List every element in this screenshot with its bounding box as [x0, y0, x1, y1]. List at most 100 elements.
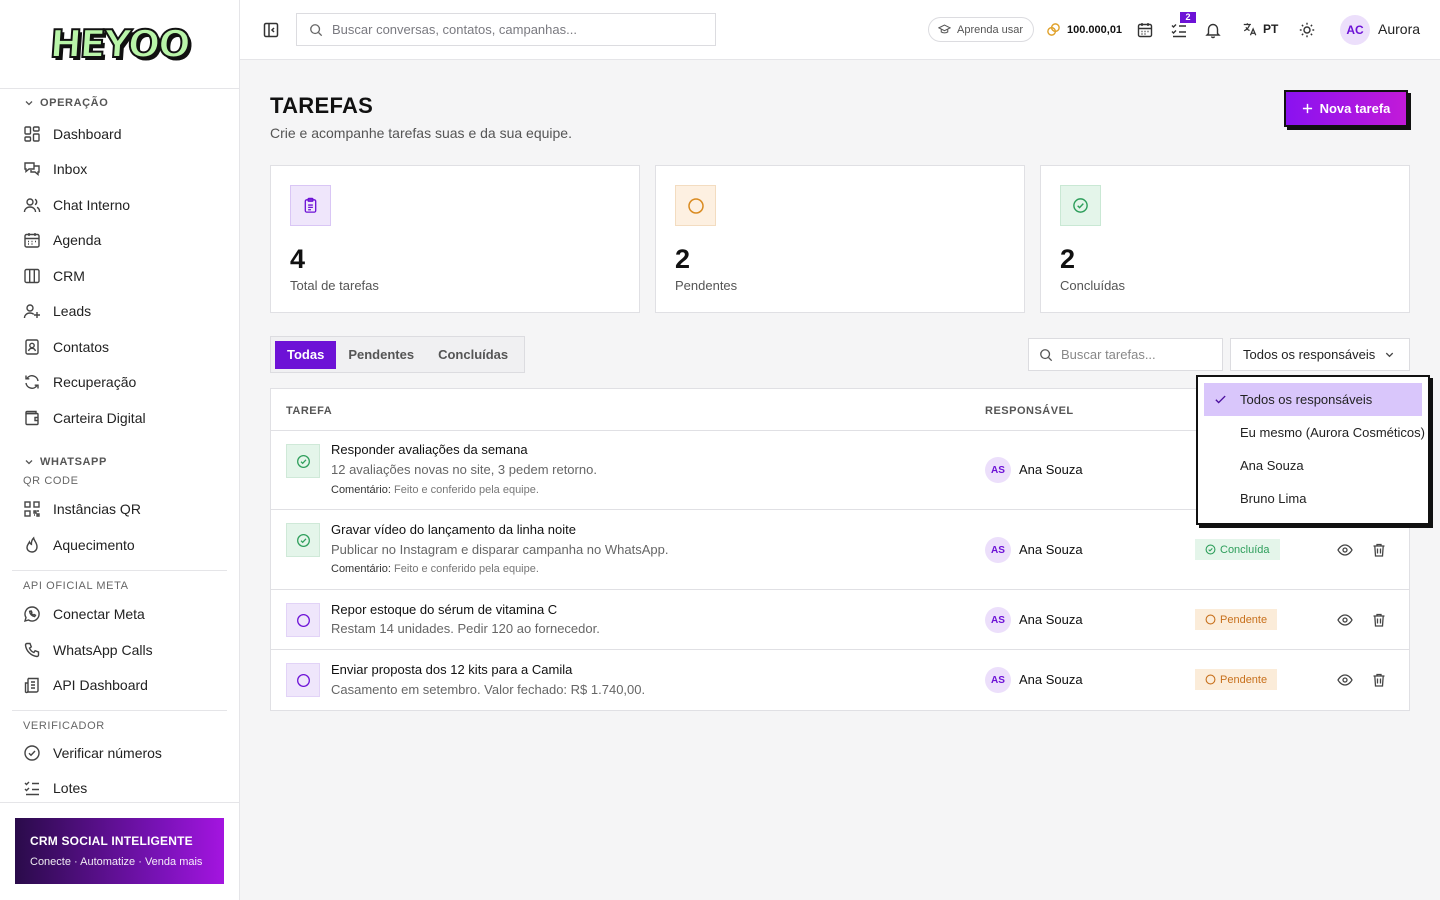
sidebar-item-verificar-numeros[interactable]: Verificar números — [0, 735, 239, 771]
qr-code-icon — [24, 501, 40, 517]
responsible-select[interactable]: Todos os responsáveis — [1230, 338, 1410, 371]
tab-pendentes[interactable]: Pendentes — [336, 341, 426, 369]
chevron-down-icon — [25, 101, 33, 106]
dropdown-option-ana-souza[interactable]: Ana Souza — [1204, 449, 1422, 482]
comment-label: Comentário: — [331, 563, 391, 575]
contact-book-icon — [25, 339, 39, 355]
task-title: Enviar proposta dos 12 kits para a Camil… — [331, 662, 573, 677]
circle-icon[interactable] — [286, 663, 320, 697]
sidebar-item-conectar-meta[interactable]: Conectar Meta — [0, 597, 239, 633]
brand-logo[interactable]: HEYOO — [48, 21, 192, 67]
check-circle-icon[interactable] — [286, 523, 320, 557]
tab-todas[interactable]: Todas — [275, 340, 337, 369]
sidebar-item-chat-interno[interactable]: Chat Interno — [0, 187, 239, 223]
avatar: AS — [985, 607, 1011, 633]
check-circle-icon[interactable] — [286, 444, 320, 478]
trash-icon[interactable] — [1371, 672, 1387, 688]
header-task: TAREFA — [286, 405, 333, 417]
kanban-icon — [24, 268, 40, 283]
check-circle-icon — [1205, 544, 1216, 555]
dropdown-option-todos[interactable]: Todos os responsáveis — [1204, 383, 1422, 416]
tab-concluidas[interactable]: Concluídas — [426, 341, 520, 369]
status-label: Concluída — [1220, 543, 1270, 556]
eye-icon[interactable] — [1337, 612, 1353, 628]
sidebar-item-crm[interactable]: CRM — [0, 258, 239, 294]
coins-icon — [1047, 23, 1060, 36]
sidebar: HEYOO OPERAÇÃO Dashboard Inbox Chat Inte… — [0, 0, 240, 900]
promo-title: CRM SOCIAL INTELIGENTE — [30, 834, 193, 848]
trash-icon[interactable] — [1371, 612, 1387, 628]
status-badge[interactable]: Concluída — [1195, 539, 1280, 560]
plus-icon — [1302, 103, 1312, 114]
calendar-icon[interactable] — [1136, 21, 1154, 39]
stat-label: Pendentes — [675, 278, 738, 293]
learn-button[interactable]: Aprenda usar — [928, 17, 1035, 42]
dashboard-icon — [24, 126, 40, 142]
trash-icon[interactable] — [1371, 542, 1387, 558]
task-search[interactable] — [1028, 338, 1223, 371]
user-name[interactable]: Aurora — [1378, 21, 1420, 37]
sidebar-item-agenda[interactable]: Agenda — [0, 223, 239, 259]
section-operacao[interactable]: OPERAÇÃO — [0, 96, 239, 110]
language-switcher[interactable]: PT — [1242, 21, 1278, 37]
sidebar-item-lotes[interactable]: Lotes — [0, 771, 239, 803]
stat-card-total: 4 Total de tarefas — [270, 165, 640, 313]
newspaper-icon — [24, 678, 39, 694]
bell-icon[interactable] — [1204, 21, 1222, 39]
promo-banner[interactable]: CRM SOCIAL INTELIGENTE Conecte · Automat… — [15, 818, 224, 884]
sidebar-toggle-icon[interactable] — [262, 21, 280, 39]
circle-icon — [675, 185, 716, 226]
tasks-count-badge: 2 — [1180, 12, 1196, 23]
status-badge[interactable]: Pendente — [1195, 669, 1278, 690]
global-search[interactable] — [296, 13, 716, 46]
sidebar-item-dashboard[interactable]: Dashboard — [0, 116, 239, 152]
task-search-input[interactable] — [1061, 347, 1211, 362]
sidebar-item-label: Chat Interno — [53, 196, 131, 213]
whatsapp-icon — [23, 606, 40, 623]
credits-display[interactable]: 100.000,01 — [1046, 22, 1122, 37]
responsible-name: Ana Souza — [1019, 462, 1083, 477]
chevron-down-icon — [25, 459, 33, 464]
table-row[interactable]: Enviar proposta dos 12 kits para a Camil… — [271, 650, 1409, 710]
clipboard-icon — [290, 185, 331, 226]
responsible-name: Ana Souza — [1019, 542, 1083, 557]
sidebar-item-aquecimento[interactable]: Aquecimento — [0, 527, 239, 563]
sidebar-item-label: API Dashboard — [53, 677, 148, 694]
learn-label: Aprenda usar — [957, 23, 1024, 36]
sidebar-item-api-dashboard[interactable]: API Dashboard — [0, 668, 239, 704]
check-icon — [1215, 395, 1226, 404]
table-row[interactable]: Repor estoque do sérum de vitamina C Res… — [271, 590, 1409, 650]
sidebar-item-recuperacao[interactable]: Recuperação — [0, 365, 239, 401]
task-comment: Comentário: Feito e conferido pela equip… — [331, 484, 539, 496]
global-search-input[interactable] — [332, 22, 692, 37]
chevron-down-icon — [1385, 352, 1394, 358]
sidebar-item-whatsapp-calls[interactable]: WhatsApp Calls — [0, 632, 239, 668]
sidebar-item-contatos[interactable]: Contatos — [0, 329, 239, 365]
sidebar-item-instancias-qr[interactable]: Instâncias QR — [0, 492, 239, 528]
sidebar-item-label: Verificar números — [53, 744, 162, 761]
sidebar-item-label: Agenda — [53, 232, 102, 249]
stat-card-pending: 2 Pendentes — [655, 165, 1025, 313]
sun-icon[interactable] — [1298, 21, 1316, 39]
dropdown-option-bruno-lima[interactable]: Bruno Lima — [1204, 482, 1422, 515]
user-avatar[interactable]: AC — [1340, 15, 1370, 45]
stat-value: 4 — [290, 244, 306, 274]
sidebar-item-label: Inbox — [53, 161, 88, 178]
avatar: AS — [985, 457, 1011, 483]
avatar: AS — [985, 537, 1011, 563]
circle-icon[interactable] — [286, 603, 320, 637]
task-title: Responder avaliações da semana — [331, 442, 528, 457]
section-whatsapp[interactable]: WHATSAPP — [0, 455, 239, 469]
eye-icon[interactable] — [1337, 542, 1353, 558]
sidebar-item-inbox[interactable]: Inbox — [0, 152, 239, 188]
new-task-button[interactable]: Nova tarefa — [1284, 90, 1408, 127]
tasks-icon[interactable] — [1170, 21, 1188, 39]
header-responsible: RESPONSÁVEL — [985, 405, 1074, 417]
sidebar-item-label: Instâncias QR — [53, 501, 141, 518]
dropdown-option-eu-mesmo[interactable]: Eu mesmo (Aurora Cosméticos) — [1204, 416, 1425, 449]
eye-icon[interactable] — [1337, 672, 1353, 688]
task-description: 12 avaliações novas no site, 3 pedem ret… — [331, 462, 597, 477]
sidebar-item-leads[interactable]: Leads — [0, 294, 239, 330]
status-badge[interactable]: Pendente — [1195, 609, 1278, 630]
sidebar-item-carteira-digital[interactable]: Carteira Digital — [0, 400, 239, 436]
